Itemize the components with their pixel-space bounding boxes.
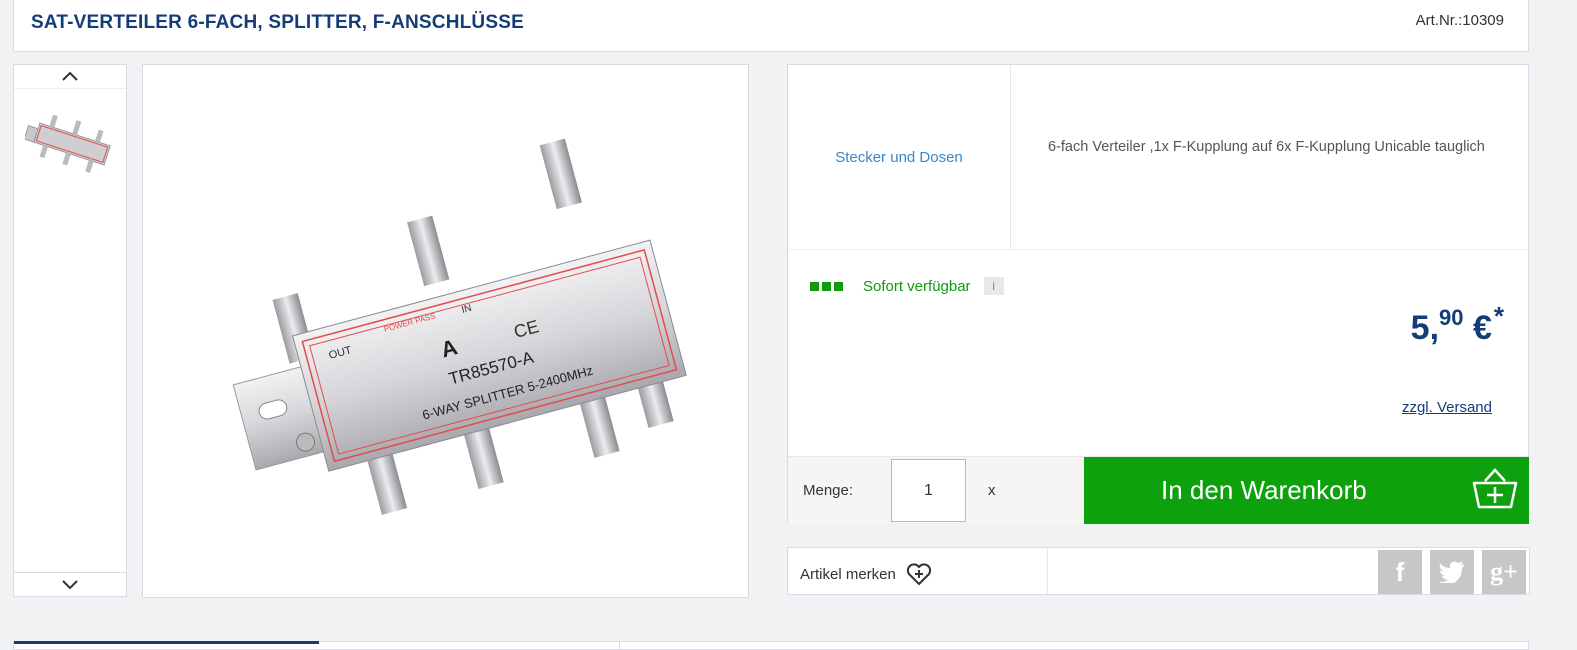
product-price: 5,90 €* xyxy=(1411,301,1504,348)
times-label: x xyxy=(988,482,996,499)
add-to-cart-label: In den Warenkorb xyxy=(1161,475,1367,505)
google-plus-share-button[interactable]: g+ xyxy=(1482,550,1526,594)
product-title: SAT-VERTEILER 6-FACH, SPLITTER, F-ANSCHL… xyxy=(31,12,524,33)
availability-dot xyxy=(822,281,831,291)
add-to-cart-button[interactable]: In den Warenkorb xyxy=(1084,457,1529,524)
facebook-share-button[interactable]: f xyxy=(1378,550,1422,594)
price-currency: € xyxy=(1463,309,1492,347)
wishlist-label: Artikel merken xyxy=(800,565,896,583)
price-cents: 90 xyxy=(1439,305,1464,330)
thumbnail-slider xyxy=(13,64,127,597)
price-main: 5, xyxy=(1410,309,1440,347)
buy-box: Stecker und Dosen 6-fach Verteiler ,1x F… xyxy=(787,64,1529,524)
quantity-input[interactable] xyxy=(891,459,966,522)
shipping-link[interactable]: zzgl. Versand xyxy=(1402,399,1492,416)
divider xyxy=(788,249,1528,250)
info-icon[interactable]: i xyxy=(983,277,1004,295)
category-cell: Stecker und Dosen xyxy=(788,65,1011,249)
divider xyxy=(1047,548,1048,594)
heart-plus-icon xyxy=(906,563,931,585)
product-header: SAT-VERTEILER 6-FACH, SPLITTER, F-ANSCHL… xyxy=(13,0,1529,52)
product-tabs xyxy=(13,641,1529,650)
availability-dot xyxy=(810,281,819,291)
basket-plus-icon xyxy=(1472,468,1518,509)
article-number: Art.Nr.:10309 xyxy=(1415,12,1504,29)
category-link[interactable]: Stecker und Dosen xyxy=(835,149,963,166)
thumbnail-prev-button[interactable] xyxy=(14,65,126,89)
tab-divider xyxy=(619,642,620,650)
wishlist-button[interactable]: Artikel merken xyxy=(800,562,932,586)
product-description: 6-fach Verteiler ,1x F-Kupplung auf 6x F… xyxy=(1048,139,1485,155)
facebook-icon: f xyxy=(1395,556,1405,587)
twitter-icon xyxy=(1439,561,1464,583)
quantity-label: Menge: xyxy=(803,482,854,499)
add-to-cart-row: Menge: x In den Warenkorb xyxy=(788,456,1529,524)
product-actions: Artikel merken f g+ xyxy=(787,547,1530,595)
google-plus-icon: g+ xyxy=(1490,557,1518,586)
twitter-share-button[interactable] xyxy=(1430,550,1474,594)
availability-text: Sofort verfügbar xyxy=(863,277,971,295)
thumbnail-next-button[interactable] xyxy=(14,572,126,596)
availability-indicator xyxy=(810,281,843,291)
product-thumbnail[interactable] xyxy=(25,110,119,178)
price-asterisk: * xyxy=(1493,301,1504,331)
chevron-up-icon xyxy=(62,71,78,81)
product-image[interactable]: OUT POWER PASS IN CE A TR85570-A 6-WAY S… xyxy=(142,64,749,598)
splitter-image: OUT POWER PASS IN CE A TR85570-A 6-WAY S… xyxy=(232,138,687,515)
tab-active-indicator[interactable] xyxy=(14,641,319,644)
chevron-down-icon xyxy=(62,580,78,590)
availability-dot xyxy=(834,281,843,291)
availability: Sofort verfügbar i xyxy=(810,277,1004,295)
